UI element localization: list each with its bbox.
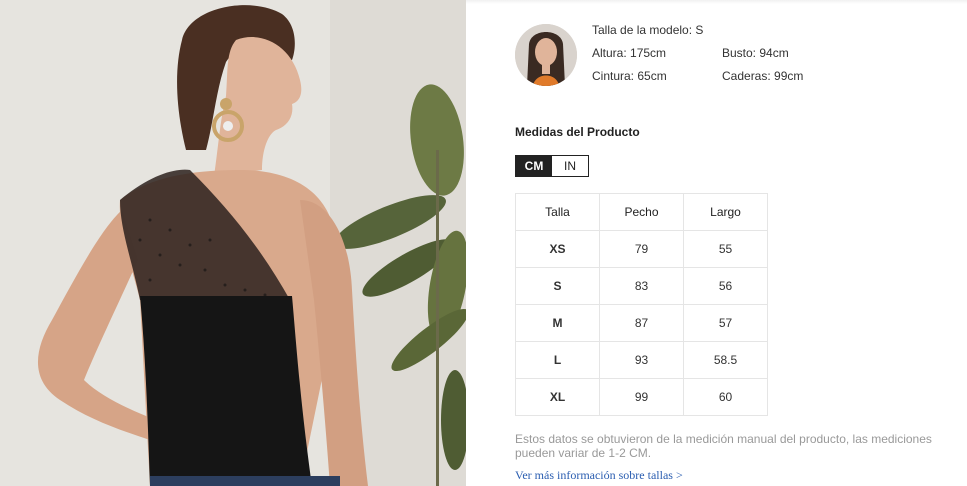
size-info-link[interactable]: Ver más información sobre tallas > bbox=[515, 468, 683, 483]
chest-cell: 83 bbox=[599, 267, 684, 305]
measurements-title: Medidas del Producto bbox=[515, 125, 640, 139]
size-cell: M bbox=[515, 304, 600, 342]
table-header-row: Talla Pecho Largo bbox=[515, 193, 768, 231]
model-bust: Busto: 94cm bbox=[722, 46, 789, 60]
unit-cm-button[interactable]: CM bbox=[516, 156, 552, 176]
length-cell: 58.5 bbox=[683, 341, 768, 379]
table-row: XL 99 60 bbox=[515, 378, 768, 416]
size-info-panel: Talla de la modelo: S Altura: 175cm Bust… bbox=[466, 0, 967, 486]
size-cell: S bbox=[515, 267, 600, 305]
length-cell: 60 bbox=[683, 378, 768, 416]
size-cell: XL bbox=[515, 378, 600, 416]
header-largo: Largo bbox=[683, 193, 768, 231]
header-talla: Talla bbox=[515, 193, 600, 231]
product-illustration bbox=[0, 0, 466, 486]
measurement-note: Estos datos se obtuvieron de la medición… bbox=[515, 432, 932, 460]
size-cell: XS bbox=[515, 230, 600, 268]
model-size-label: Talla de la modelo: S bbox=[592, 23, 704, 37]
model-avatar bbox=[515, 24, 577, 86]
chest-cell: 87 bbox=[599, 304, 684, 342]
chest-cell: 99 bbox=[599, 378, 684, 416]
product-photo bbox=[0, 0, 466, 486]
model-waist: Cintura: 65cm bbox=[592, 69, 667, 83]
panel-top-divider bbox=[466, 0, 967, 4]
header-pecho: Pecho bbox=[599, 193, 684, 231]
size-cell: L bbox=[515, 341, 600, 379]
length-cell: 57 bbox=[683, 304, 768, 342]
length-cell: 56 bbox=[683, 267, 768, 305]
unit-toggle: CM IN bbox=[515, 155, 589, 177]
table-row: S 83 56 bbox=[515, 267, 768, 305]
chest-cell: 79 bbox=[599, 230, 684, 268]
table-row: L 93 58.5 bbox=[515, 341, 768, 379]
table-row: XS 79 55 bbox=[515, 230, 768, 268]
unit-in-button[interactable]: IN bbox=[552, 156, 588, 176]
model-height: Altura: 175cm bbox=[592, 46, 667, 60]
chest-cell: 93 bbox=[599, 341, 684, 379]
model-hips: Caderas: 99cm bbox=[722, 69, 804, 83]
length-cell: 55 bbox=[683, 230, 768, 268]
size-table: Talla Pecho Largo XS 79 55 S 83 56 M 87 … bbox=[515, 193, 768, 416]
table-row: M 87 57 bbox=[515, 304, 768, 342]
avatar-image bbox=[515, 24, 577, 86]
